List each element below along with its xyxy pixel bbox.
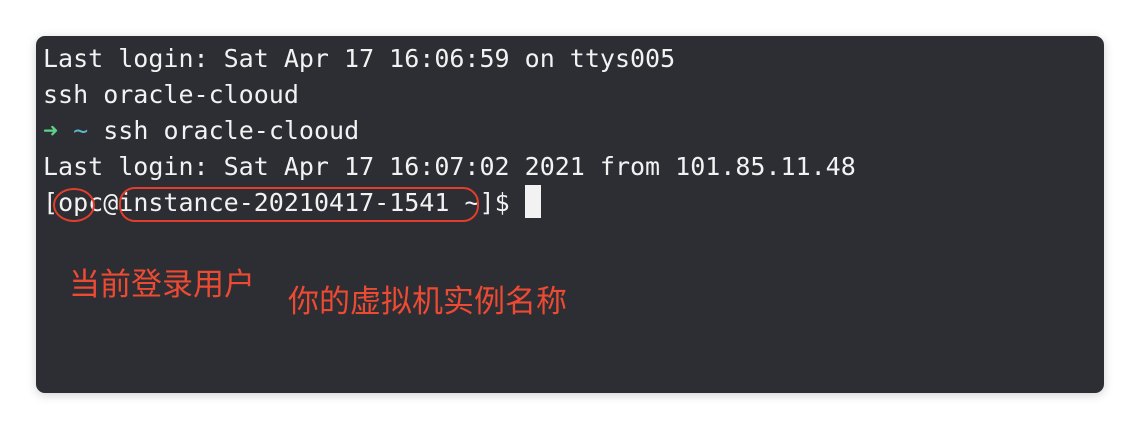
terminal-window[interactable]: Last login: Sat Apr 17 16:06:59 on ttys0… [36, 36, 1104, 393]
prompt-arrow-icon: ➜ [43, 116, 59, 145]
remote-prompt-line[interactable]: [opc@instance-20210417-1541 ~]$ [43, 185, 856, 221]
prompt-command: ssh oracle-clooud [103, 116, 360, 145]
prompt-open-bracket: [ [43, 188, 59, 217]
terminal-line: Last login: Sat Apr 17 16:07:02 2021 fro… [43, 152, 856, 181]
prompt-user: opc [58, 188, 104, 217]
annotation-instance-name: 你的虚拟机实例名称 [288, 284, 567, 320]
terminal-line: Last login: Sat Apr 17 16:06:59 on ttys0… [43, 44, 676, 73]
prompt-directory: ~ [73, 116, 89, 145]
terminal-output: Last login: Sat Apr 17 16:06:59 on ttys0… [43, 41, 856, 221]
prompt-host: instance-20210417-1541 [118, 188, 450, 217]
terminal-prompt-line: ➜ ~ ssh oracle-clooud [43, 113, 856, 149]
annotation-current-user: 当前登录用户 [69, 267, 255, 303]
prompt-at: @ [103, 188, 119, 217]
prompt-path: ~]$ [449, 188, 525, 217]
terminal-line: ssh oracle-clooud [43, 80, 299, 109]
text-cursor [524, 185, 541, 218]
